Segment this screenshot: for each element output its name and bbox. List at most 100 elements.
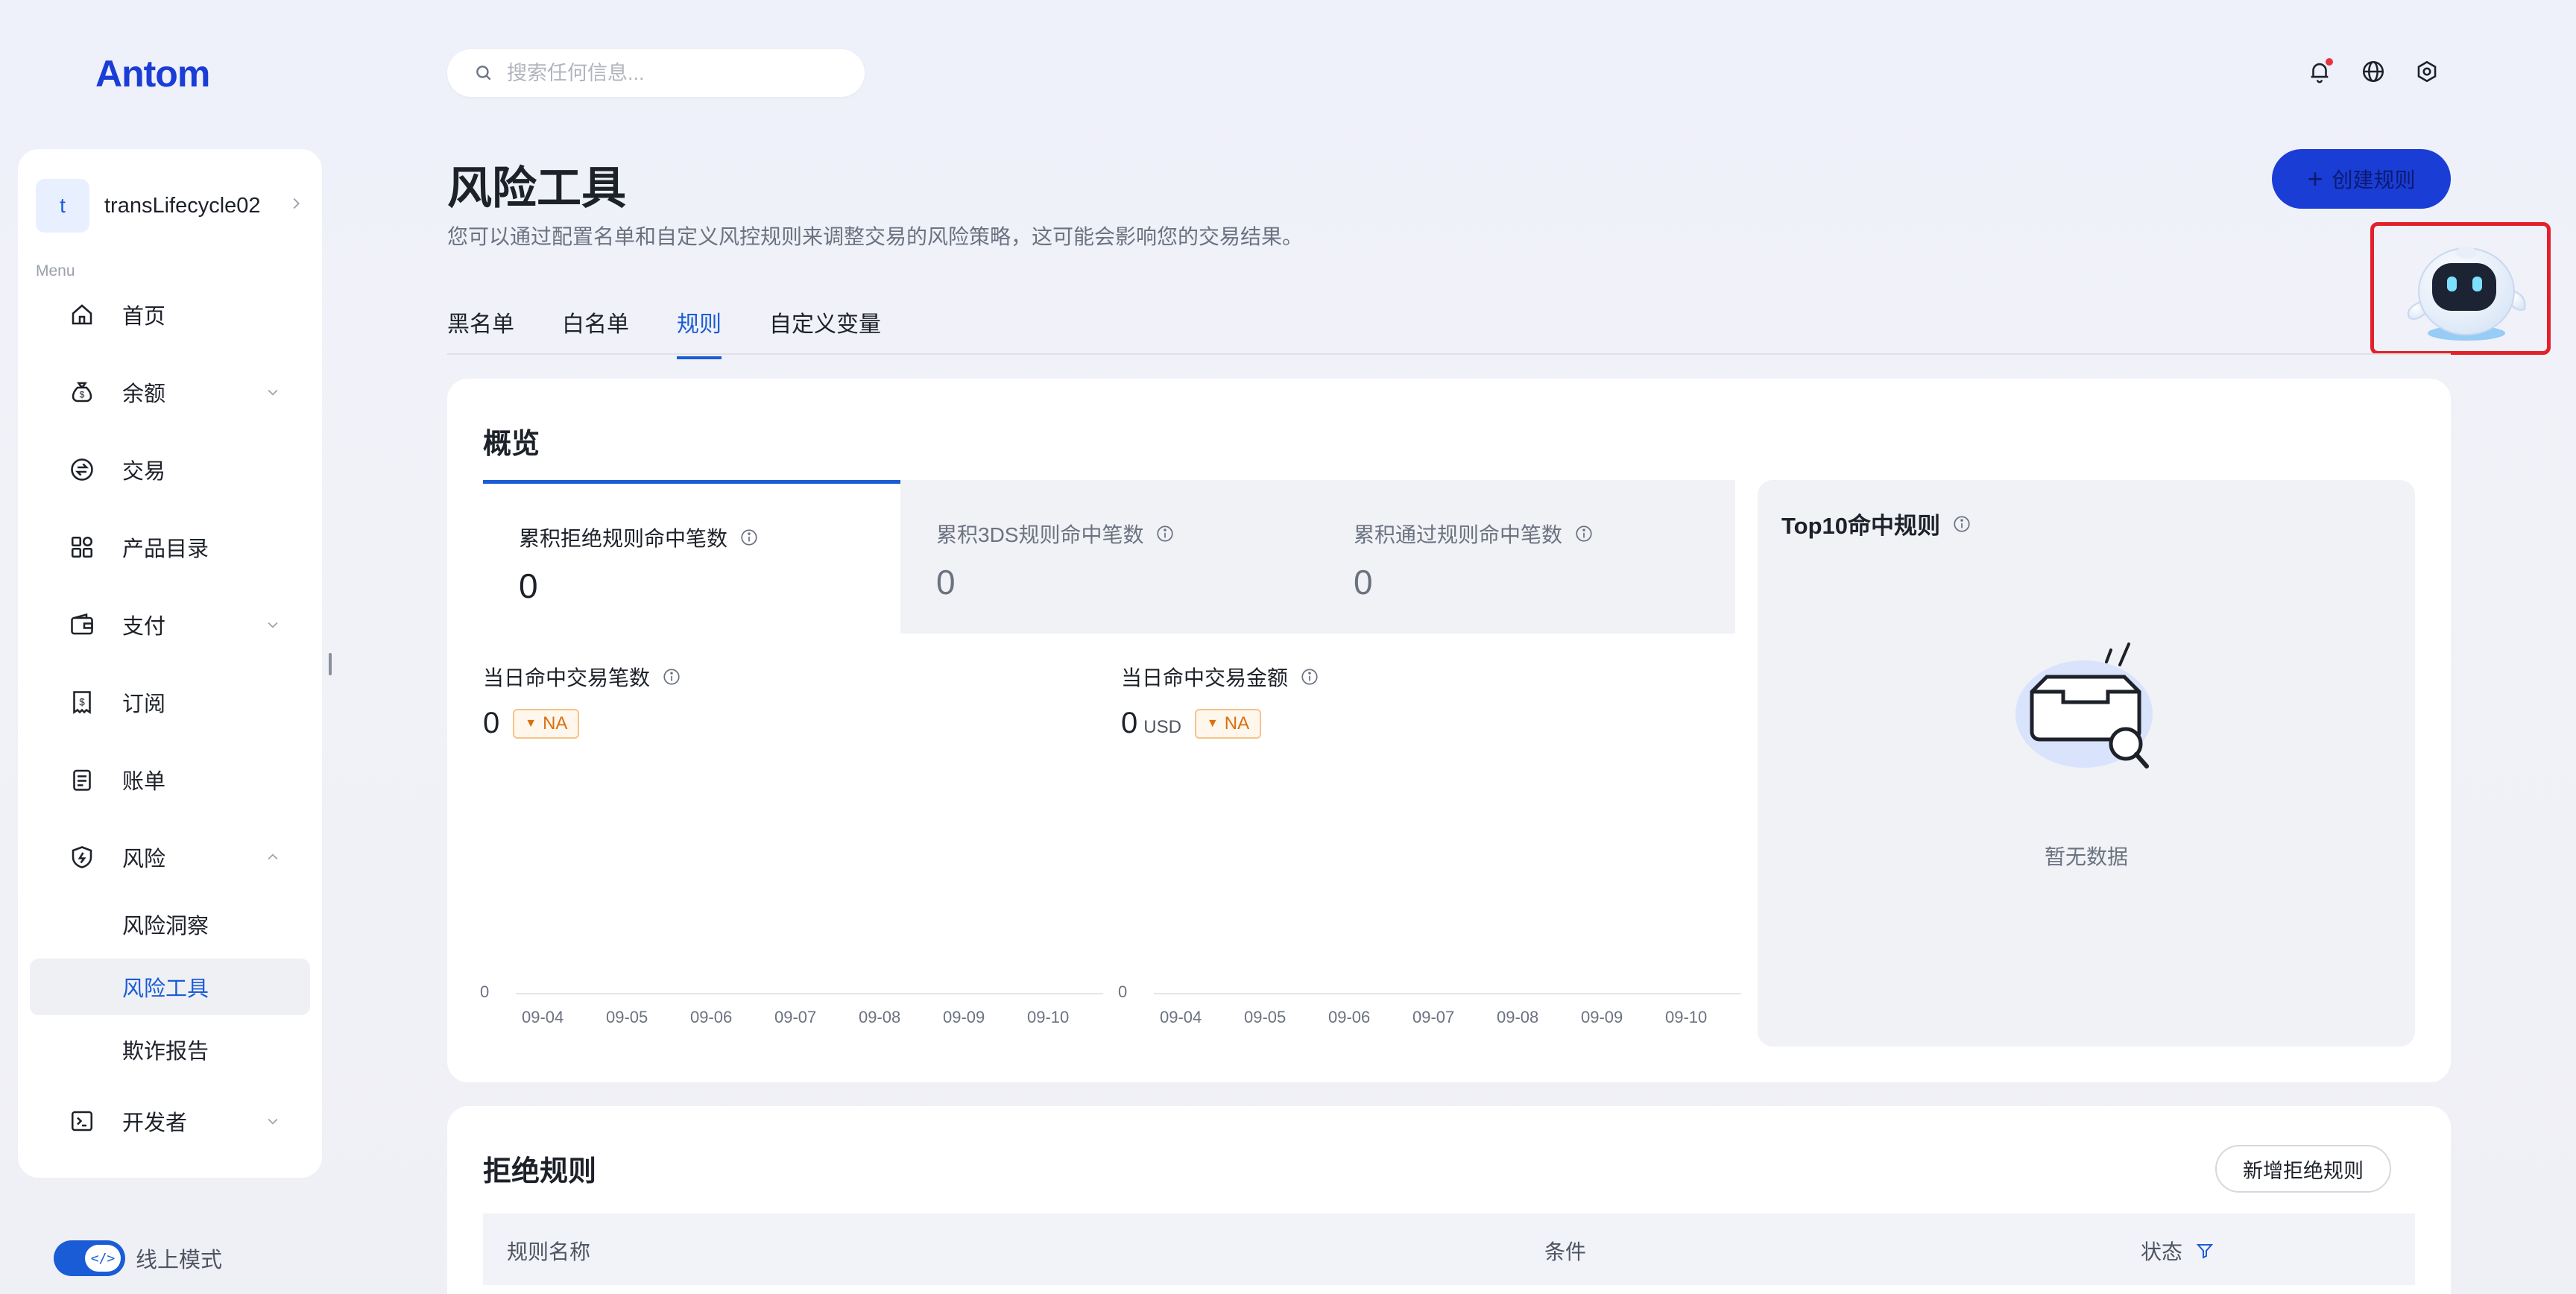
x-tick: 09-08 bbox=[1497, 1008, 1539, 1026]
sidebar-subitem-fraud-report[interactable]: 欺诈报告 bbox=[30, 1021, 310, 1078]
sidebar-item-subscriptions[interactable]: $ 订阅 bbox=[30, 674, 310, 730]
daily-count-metric: 当日命中交易笔数 0 ▼ NA bbox=[483, 662, 681, 740]
stat-3ds-hits[interactable]: 累积3DS规则命中笔数 0 bbox=[900, 480, 1318, 634]
info-icon[interactable] bbox=[1155, 524, 1175, 543]
account-name: transLifecycle02 bbox=[104, 193, 261, 218]
reject-rules-title: 拒绝规则 bbox=[483, 1156, 597, 1187]
sidebar: t transLifecycle02 Menu 首页 $ 余额 交易 产品目录 … bbox=[18, 149, 322, 1178]
filter-icon[interactable] bbox=[2196, 1242, 2214, 1260]
stat-pass-hits[interactable]: 累积通过规则命中笔数 0 bbox=[1318, 480, 1735, 634]
x-tick: 09-09 bbox=[1581, 1008, 1623, 1026]
x-axis bbox=[1154, 993, 1741, 994]
sidebar-item-payments[interactable]: 支付 bbox=[30, 596, 310, 653]
sidebar-resize-handle[interactable] bbox=[329, 653, 332, 675]
antom-logo[interactable]: Antom bbox=[95, 52, 210, 95]
sidebar-subitem-risk-tools[interactable]: 风险工具 bbox=[30, 959, 310, 1015]
x-tick: 09-05 bbox=[606, 1008, 648, 1026]
language-button[interactable] bbox=[2358, 57, 2388, 86]
tab-bar: 黑名单 白名单 规则 自定义变量 bbox=[447, 306, 929, 359]
sidebar-item-label: 产品目录 bbox=[122, 537, 209, 561]
tab-divider bbox=[447, 353, 2451, 355]
avatar: t bbox=[36, 179, 89, 233]
bill-icon bbox=[73, 769, 91, 791]
svg-text:$: $ bbox=[80, 390, 85, 400]
x-axis bbox=[516, 993, 1103, 994]
svg-text:$: $ bbox=[79, 697, 85, 708]
plus-icon: + bbox=[2307, 163, 2323, 194]
info-icon[interactable] bbox=[1574, 524, 1594, 543]
add-reject-rule-button[interactable]: 新增拒绝规则 bbox=[2215, 1145, 2391, 1193]
create-rule-label: 创建规则 bbox=[2332, 168, 2416, 192]
sidebar-item-label: 订阅 bbox=[122, 692, 166, 716]
sidebar-item-risk[interactable]: 风险 bbox=[30, 829, 310, 886]
sidebar-item-bills[interactable]: 账单 bbox=[30, 751, 310, 808]
stat-label: 累积3DS规则命中笔数 bbox=[936, 523, 1144, 546]
x-tick: 09-10 bbox=[1027, 1008, 1070, 1026]
tab-whitelist[interactable]: 白名单 bbox=[562, 306, 629, 359]
live-mode-switch[interactable]: </> 线上模式 bbox=[54, 1240, 222, 1276]
metric-value: 0 bbox=[1121, 707, 1138, 739]
chevron-up-icon bbox=[268, 853, 278, 860]
sidebar-item-developer[interactable]: 开发者 bbox=[30, 1093, 310, 1149]
settings-button[interactable] bbox=[2412, 57, 2442, 86]
x-tick: 09-07 bbox=[774, 1008, 817, 1026]
terminal-icon bbox=[71, 1111, 93, 1132]
receipt-icon: $ bbox=[73, 691, 91, 714]
sidebar-item-catalog[interactable]: 产品目录 bbox=[30, 519, 310, 575]
search-icon bbox=[476, 66, 491, 81]
top10-title: Top10命中规则 bbox=[1781, 513, 1940, 539]
tab-rules[interactable]: 规则 bbox=[677, 306, 722, 359]
mode-toggle[interactable]: </> bbox=[54, 1240, 125, 1276]
account-switcher[interactable]: t transLifecycle02 bbox=[36, 179, 304, 233]
chevron-down-icon bbox=[268, 622, 278, 628]
column-status: 状态 bbox=[2141, 1236, 2214, 1266]
assistant-highlight-box bbox=[2370, 222, 2551, 355]
x-tick: 09-09 bbox=[943, 1008, 985, 1026]
daily-amount-metric: 当日命中交易金额 0 USD ▼ NA bbox=[1121, 662, 1319, 740]
sidebar-item-label: 余额 bbox=[122, 382, 166, 406]
x-tick: 09-04 bbox=[1160, 1008, 1202, 1026]
stat-reject-hits[interactable]: 累积拒绝规则命中笔数 0 bbox=[483, 480, 900, 634]
home-icon bbox=[72, 304, 92, 325]
notification-button[interactable] bbox=[2305, 57, 2334, 86]
daily-amount-chart: 0 09-04 09-05 09-06 09-07 09-08 09-09 09… bbox=[1118, 982, 1741, 1050]
chevron-down-icon bbox=[268, 1118, 278, 1125]
x-tick: 09-06 bbox=[1328, 1008, 1371, 1026]
info-icon[interactable] bbox=[1952, 514, 1972, 534]
create-rule-button[interactable]: + 创建规则 bbox=[2272, 149, 2451, 209]
info-icon[interactable] bbox=[1300, 667, 1319, 687]
sidebar-subitem-label: 风险工具 bbox=[122, 977, 209, 1001]
sidebar-subitem-risk-insight[interactable]: 风险洞察 bbox=[30, 896, 310, 953]
table-header: 规则名称 条件 状态 bbox=[483, 1213, 2415, 1285]
info-icon[interactable] bbox=[739, 528, 759, 547]
search-input[interactable] bbox=[507, 61, 850, 85]
search-bar[interactable] bbox=[447, 49, 865, 97]
y-axis-zero: 0 bbox=[1118, 982, 1128, 1001]
info-icon[interactable] bbox=[662, 667, 681, 687]
wallet-icon bbox=[71, 613, 93, 635]
menu-label: Menu bbox=[36, 262, 75, 280]
sidebar-item-home[interactable]: 首页 bbox=[30, 286, 310, 343]
metric-label: 当日命中交易金额 bbox=[1121, 666, 1289, 689]
mode-label: 线上模式 bbox=[136, 1249, 223, 1272]
caret-down-icon: ▼ bbox=[1206, 716, 1219, 730]
sidebar-item-label: 交易 bbox=[122, 460, 166, 484]
stat-value: 0 bbox=[1354, 563, 1373, 602]
notification-dot bbox=[2326, 58, 2333, 66]
column-status-label: 状态 bbox=[2141, 1240, 2183, 1263]
empty-state-text: 暂无数据 bbox=[2044, 845, 2128, 868]
trend-badge: ▼ NA bbox=[1194, 708, 1262, 739]
sidebar-item-transactions[interactable]: 交易 bbox=[30, 441, 310, 498]
tab-blacklist[interactable]: 黑名单 bbox=[447, 306, 514, 359]
globe-icon bbox=[2362, 60, 2384, 83]
overview-title: 概览 bbox=[483, 429, 540, 460]
metric-value: 0 bbox=[483, 707, 500, 739]
x-tick: 09-05 bbox=[1244, 1008, 1287, 1026]
reject-rules-card: 拒绝规则 新增拒绝规则 规则名称 条件 状态 bbox=[447, 1106, 2451, 1294]
caret-down-icon: ▼ bbox=[525, 716, 537, 730]
tab-custom-variables[interactable]: 自定义变量 bbox=[769, 306, 881, 359]
column-condition: 条件 bbox=[1544, 1240, 1587, 1263]
robot-assistant-icon[interactable] bbox=[2398, 230, 2532, 350]
money-bag-icon: $ bbox=[72, 382, 92, 403]
sidebar-item-balance[interactable]: $ 余额 bbox=[30, 364, 310, 420]
